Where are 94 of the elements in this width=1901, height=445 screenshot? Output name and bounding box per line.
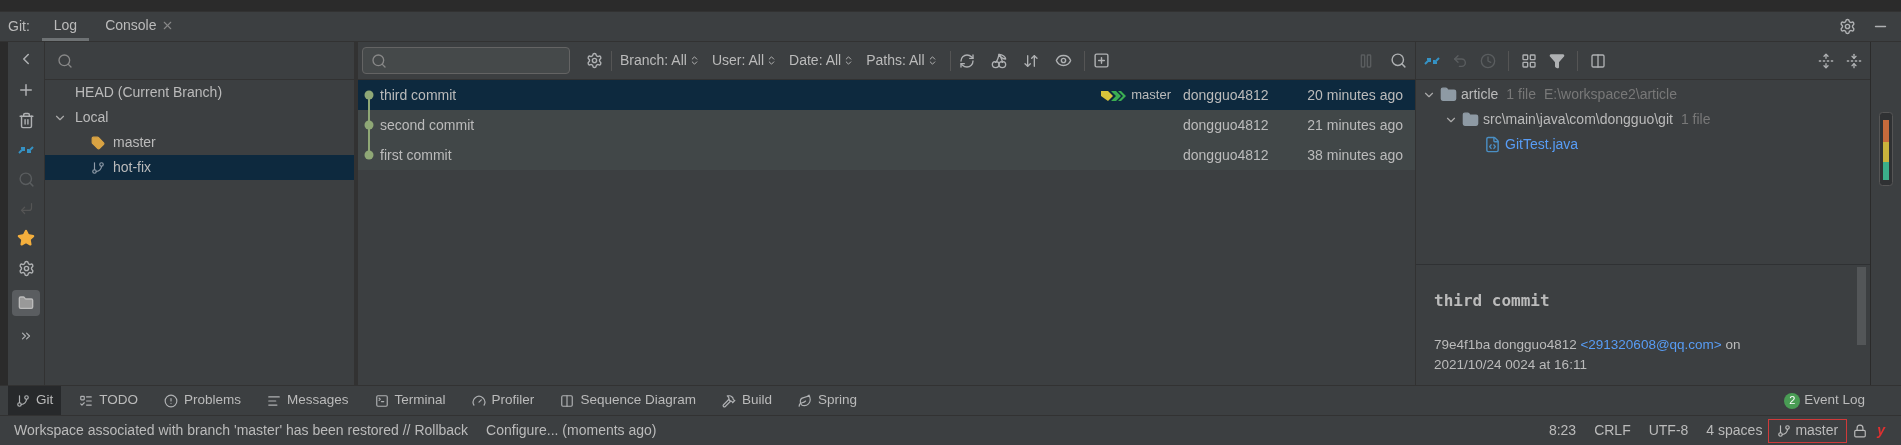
add-icon[interactable] — [17, 81, 35, 99]
search-icon[interactable] — [1390, 52, 1407, 69]
refresh-icon[interactable] — [958, 52, 975, 69]
lock-icon[interactable] — [1853, 423, 1868, 438]
branch-label: HEAD (Current Branch) — [75, 83, 223, 102]
settings-icon[interactable] — [17, 260, 35, 277]
commit-row[interactable]: third commit master dongguo4812 20 minutes ago — [358, 80, 1415, 110]
tag-icon — [91, 135, 105, 150]
change-tree-item[interactable]: GitTest.java — [1416, 132, 1870, 157]
branch-item[interactable]: HEAD (Current Branch) — [45, 80, 354, 105]
branch-label: Local — [75, 108, 109, 127]
change-tree-item[interactable]: src\main\java\com\dongguo\git 1 file — [1416, 107, 1870, 132]
tool-icon — [560, 393, 575, 408]
search-icon — [371, 52, 387, 69]
tool-icon — [267, 393, 282, 408]
commit-time: 38 minutes ago — [1306, 145, 1403, 165]
commit-info: 79e4f1ba dongguo4812 <291320608@qq.com> on 2021/10/24 0024 at 16:11 — [1434, 336, 1742, 374]
delete-icon[interactable] — [17, 112, 35, 129]
eye-icon[interactable] — [1054, 52, 1072, 69]
folder-toggle-button[interactable] — [12, 290, 40, 316]
tree-item-label: GitTest.java — [1505, 135, 1579, 154]
branch-item[interactable]: hot-fix — [45, 155, 354, 180]
email-link[interactable]: <291320608@qq.com> — [1580, 337, 1722, 352]
tool-icon — [471, 393, 486, 408]
tool-window-tab[interactable]: Console — [93, 12, 186, 41]
memory-indicator-icon — [1879, 112, 1893, 186]
cherry-icon[interactable] — [990, 52, 1007, 69]
tool-icon — [374, 393, 389, 408]
tool-icon — [16, 393, 30, 408]
favorite-icon[interactable] — [17, 229, 35, 247]
tree-item-label: src\main\java\com\dongguo\git — [1483, 110, 1673, 129]
file-count: 1 file — [1506, 85, 1536, 104]
tool-window-tab[interactable]: Log — [41, 12, 90, 41]
commit-author: dongguo4812 — [1183, 115, 1270, 135]
commit-author: dongguo4812 — [1183, 145, 1270, 165]
search-field[interactable] — [362, 47, 570, 74]
branch-item[interactable]: Local — [45, 105, 354, 130]
configure-link[interactable]: Configure... (moments ago) — [486, 420, 657, 441]
caret-position[interactable]: 8:23 — [1548, 420, 1577, 441]
group-by-icon[interactable] — [1521, 52, 1537, 69]
commit-author: dongguo4812 — [1183, 85, 1270, 105]
settings-icon[interactable] — [586, 52, 603, 69]
graph-node-icon — [364, 120, 374, 130]
filter-dropdown[interactable]: User: All — [711, 50, 778, 71]
filter-dropdown[interactable]: Paths: All — [866, 50, 938, 71]
settings-icon[interactable] — [1839, 18, 1856, 35]
java-file-icon — [1484, 136, 1501, 153]
more-icon[interactable] — [19, 329, 33, 343]
graph-node-icon — [364, 90, 374, 100]
event-log-button[interactable]: 2 Event Log — [1784, 390, 1865, 411]
commit-message: second commit — [380, 115, 476, 135]
ref-label: master — [1131, 86, 1171, 105]
path-label: E:\workspace2\article — [1543, 85, 1677, 104]
indent-setting[interactable]: 4 spaces — [1706, 420, 1763, 441]
notification-count: 2 — [1784, 392, 1801, 409]
tag-icon — [1099, 88, 1128, 102]
commit-time: 21 minutes ago — [1306, 115, 1403, 135]
commit-title: third commit — [1434, 290, 1551, 312]
branch-label: hot-fix — [113, 158, 152, 177]
module-folder-icon — [1440, 86, 1457, 103]
change-tree-item[interactable]: article 1 file E:\workspace2\article — [1416, 82, 1870, 107]
commit-message: first commit — [380, 145, 453, 165]
tree-item-label: article — [1461, 85, 1499, 104]
status-message: Workspace associated with branch 'master' has been restored // Rollback — [14, 421, 469, 440]
tool-window-title: Git: — [8, 17, 30, 36]
filter-dropdown[interactable]: Date: All — [789, 50, 855, 71]
branch-item[interactable]: master — [45, 130, 354, 155]
file-count: 1 file — [1680, 110, 1711, 129]
line-separator[interactable]: CRLF — [1594, 420, 1631, 441]
graph-node-icon — [364, 150, 374, 160]
branch-widget[interactable]: master — [1768, 418, 1848, 443]
filter-dropdown[interactable]: Branch: All — [620, 50, 700, 71]
branch-icon — [1777, 423, 1792, 438]
search-icon[interactable] — [57, 52, 73, 69]
filter-icon[interactable] — [1549, 52, 1565, 69]
folder-icon — [1462, 111, 1479, 128]
tool-icon — [79, 393, 94, 408]
commit-row[interactable]: first commit dongguo4812 38 minutes ago — [358, 140, 1415, 170]
tool-window-button[interactable]: Git — [8, 386, 62, 415]
tool-icon — [721, 393, 736, 408]
sort-icon[interactable] — [1022, 52, 1039, 69]
layout-icon[interactable] — [1590, 52, 1606, 69]
tool-icon — [164, 393, 179, 408]
expand-all-icon[interactable] — [1818, 52, 1834, 69]
commit-time: 20 minutes ago — [1306, 85, 1403, 105]
commit-row[interactable]: second commit dongguo4812 21 minutes ago — [358, 110, 1415, 140]
commit-message: third commit — [380, 85, 458, 105]
branch-label: master — [113, 133, 156, 152]
folder-icon — [18, 295, 34, 311]
file-encoding[interactable]: UTF-8 — [1648, 420, 1689, 441]
new-tab-icon[interactable] — [1092, 52, 1110, 69]
tool-icon — [798, 393, 812, 408]
branch-icon — [91, 160, 105, 175]
collapse-all-icon[interactable] — [1846, 52, 1862, 69]
